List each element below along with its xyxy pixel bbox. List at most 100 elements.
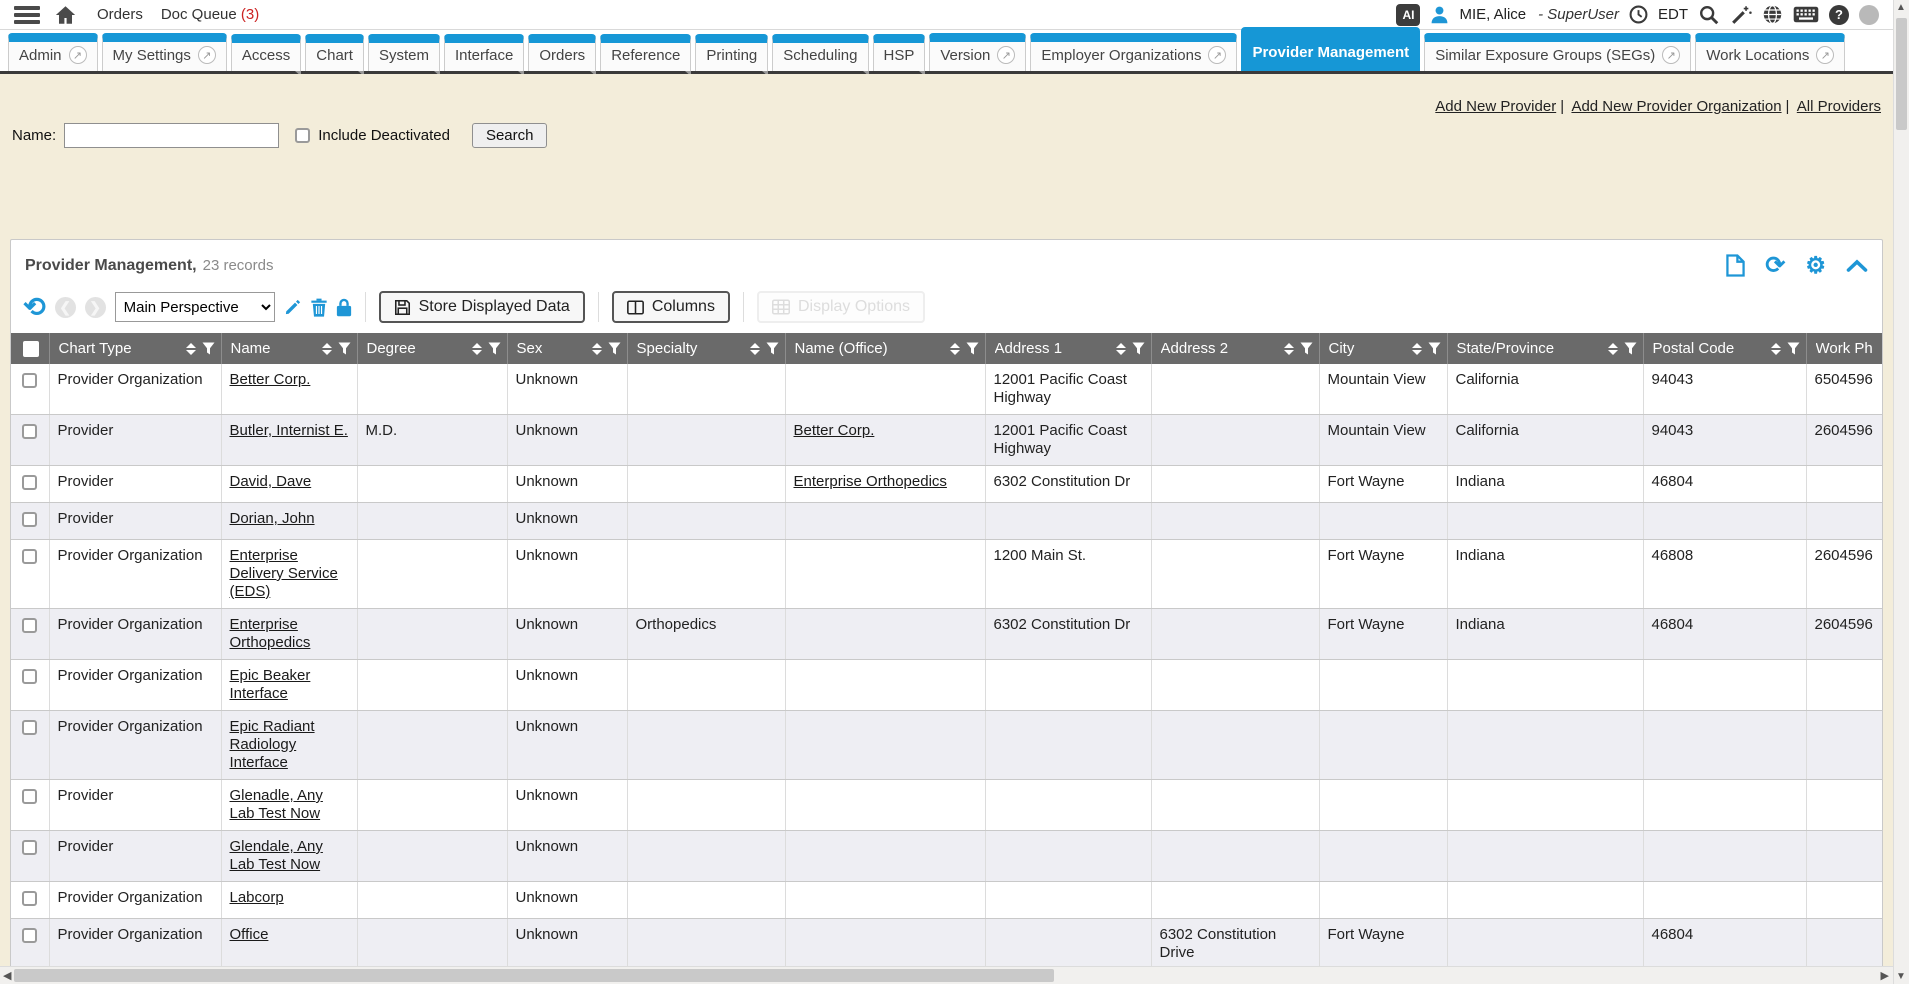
row-checkbox[interactable] — [22, 840, 37, 855]
row-checkbox[interactable] — [22, 669, 37, 684]
sort-icon[interactable] — [472, 343, 482, 355]
nav-orders[interactable]: Orders — [97, 6, 143, 23]
tab-version[interactable]: Version↗ — [929, 33, 1026, 71]
filter-funnel-icon[interactable] — [1132, 342, 1145, 355]
row-checkbox[interactable] — [22, 789, 37, 804]
vertical-scrollbar-thumb[interactable] — [1896, 18, 1907, 130]
external-link-icon[interactable]: ↗ — [1208, 46, 1226, 64]
nav-doc-queue[interactable]: Doc Queue (3) — [161, 6, 259, 23]
col-name[interactable]: Name — [221, 333, 357, 364]
office-name-link[interactable]: Enterprise Orthopedics — [794, 473, 947, 490]
sort-icon[interactable] — [1608, 343, 1618, 355]
external-link-icon[interactable]: ↗ — [198, 46, 216, 64]
horizontal-scrollbar-thumb[interactable] — [14, 969, 1054, 982]
sort-icon[interactable] — [1771, 343, 1781, 355]
user-name[interactable]: MIE, Alice — [1459, 6, 1526, 23]
provider-name-link[interactable]: David, Dave — [230, 473, 312, 490]
provider-name-link[interactable]: Dorian, John — [230, 510, 315, 527]
external-link-icon[interactable]: ↗ — [1662, 46, 1680, 64]
filter-funnel-icon[interactable] — [1300, 342, 1313, 355]
provider-name-link[interactable]: Glenadle, Any Lab Test Now — [230, 787, 323, 822]
row-checkbox[interactable] — [22, 424, 37, 439]
ai-badge[interactable]: AI — [1396, 4, 1420, 26]
edit-pencil-icon[interactable] — [284, 298, 302, 316]
tab-my-settings[interactable]: My Settings↗ — [102, 33, 227, 71]
filter-funnel-icon[interactable] — [338, 342, 351, 355]
sort-icon[interactable] — [750, 343, 760, 355]
lock-icon[interactable] — [336, 298, 352, 317]
col-state-province[interactable]: State/Province — [1447, 333, 1643, 364]
provider-name-link[interactable]: Glendale, Any Lab Test Now — [230, 838, 323, 873]
sort-icon[interactable] — [1412, 343, 1422, 355]
filter-funnel-icon[interactable] — [202, 342, 215, 355]
provider-name-link[interactable]: Epic Beaker Interface — [230, 667, 311, 702]
tab-provider-management[interactable]: Provider Management — [1241, 27, 1420, 71]
row-checkbox[interactable] — [22, 475, 37, 490]
magic-wand-icon[interactable] — [1730, 4, 1752, 26]
provider-name-link[interactable]: Butler, Internist E. — [230, 422, 348, 439]
sort-icon[interactable] — [186, 343, 196, 355]
filter-funnel-icon[interactable] — [966, 342, 979, 355]
col-address2[interactable]: Address 2 — [1151, 333, 1319, 364]
display-options-button[interactable]: Display Options — [757, 291, 925, 323]
tab-printing[interactable]: Printing — [695, 34, 768, 71]
provider-name-link[interactable]: Better Corp. — [230, 371, 311, 388]
tab-admin[interactable]: Admin↗ — [8, 33, 98, 71]
filter-funnel-icon[interactable] — [1428, 342, 1441, 355]
row-checkbox[interactable] — [22, 891, 37, 906]
col-work-ph[interactable]: Work Ph — [1806, 333, 1882, 364]
row-checkbox[interactable] — [22, 618, 37, 633]
hamburger-menu-icon[interactable] — [14, 6, 40, 24]
scroll-down-icon[interactable]: ▼ — [1896, 971, 1906, 982]
row-checkbox[interactable] — [22, 720, 37, 735]
clock-icon[interactable] — [1629, 5, 1648, 24]
filter-funnel-icon[interactable] — [1624, 342, 1637, 355]
store-displayed-data-button[interactable]: Store Displayed Data — [379, 291, 585, 323]
search-button[interactable]: Search — [472, 123, 548, 148]
tab-work-locations[interactable]: Work Locations↗ — [1695, 33, 1845, 71]
col-postal-code[interactable]: Postal Code — [1643, 333, 1806, 364]
tab-chart[interactable]: Chart — [305, 34, 364, 71]
tab-orders[interactable]: Orders — [528, 34, 596, 71]
perspective-select[interactable]: Main Perspective — [115, 292, 275, 322]
provider-name-link[interactable]: Office — [230, 926, 269, 943]
scroll-up-icon[interactable]: ▲ — [1896, 2, 1906, 13]
all-providers-link[interactable]: All Providers — [1797, 98, 1881, 115]
external-link-icon[interactable]: ↗ — [69, 46, 87, 64]
select-all-checkbox[interactable] — [23, 341, 39, 357]
col-chart-type[interactable]: Chart Type — [49, 333, 221, 364]
provider-name-link[interactable]: Enterprise Delivery Service (EDS) — [230, 547, 338, 600]
col-degree[interactable]: Degree — [357, 333, 507, 364]
sort-icon[interactable] — [322, 343, 332, 355]
new-document-icon[interactable] — [1726, 254, 1745, 277]
undo-icon[interactable]: ⟲ — [23, 295, 46, 319]
external-link-icon[interactable]: ↗ — [997, 46, 1015, 64]
add-new-provider-organization-link[interactable]: Add New Provider Organization — [1571, 98, 1781, 115]
row-checkbox[interactable] — [22, 549, 37, 564]
delete-trash-icon[interactable] — [311, 298, 327, 317]
col-sex[interactable]: Sex — [507, 333, 627, 364]
help-icon[interactable]: ? — [1829, 5, 1849, 25]
col-city[interactable]: City — [1319, 333, 1447, 364]
office-name-link[interactable]: Better Corp. — [794, 422, 875, 439]
name-input[interactable] — [64, 123, 279, 148]
keyboard-icon[interactable] — [1793, 6, 1819, 23]
scroll-right-icon[interactable]: ▶ — [1881, 969, 1889, 982]
tab-reference[interactable]: Reference — [600, 34, 691, 71]
tab-employer-organizations[interactable]: Employer Organizations↗ — [1030, 33, 1237, 71]
tab-scheduling[interactable]: Scheduling — [772, 34, 868, 71]
tab-similar-exposure-groups[interactable]: Similar Exposure Groups (SEGs)↗ — [1424, 33, 1691, 71]
columns-button[interactable]: Columns — [612, 291, 730, 323]
filter-funnel-icon[interactable] — [608, 342, 621, 355]
globe-icon[interactable] — [1762, 4, 1783, 25]
row-checkbox[interactable] — [22, 928, 37, 943]
vertical-scrollbar[interactable]: ▲ ▼ — [1893, 0, 1909, 984]
tab-hsp[interactable]: HSP — [873, 34, 926, 71]
provider-name-link[interactable]: Labcorp — [230, 889, 284, 906]
avatar[interactable] — [1859, 5, 1879, 25]
tab-system[interactable]: System — [368, 34, 440, 71]
external-link-icon[interactable]: ↗ — [1816, 46, 1834, 64]
filter-funnel-icon[interactable] — [488, 342, 501, 355]
horizontal-scrollbar[interactable]: ◀ ▶ — [0, 966, 1893, 984]
tab-interface[interactable]: Interface — [444, 34, 524, 71]
